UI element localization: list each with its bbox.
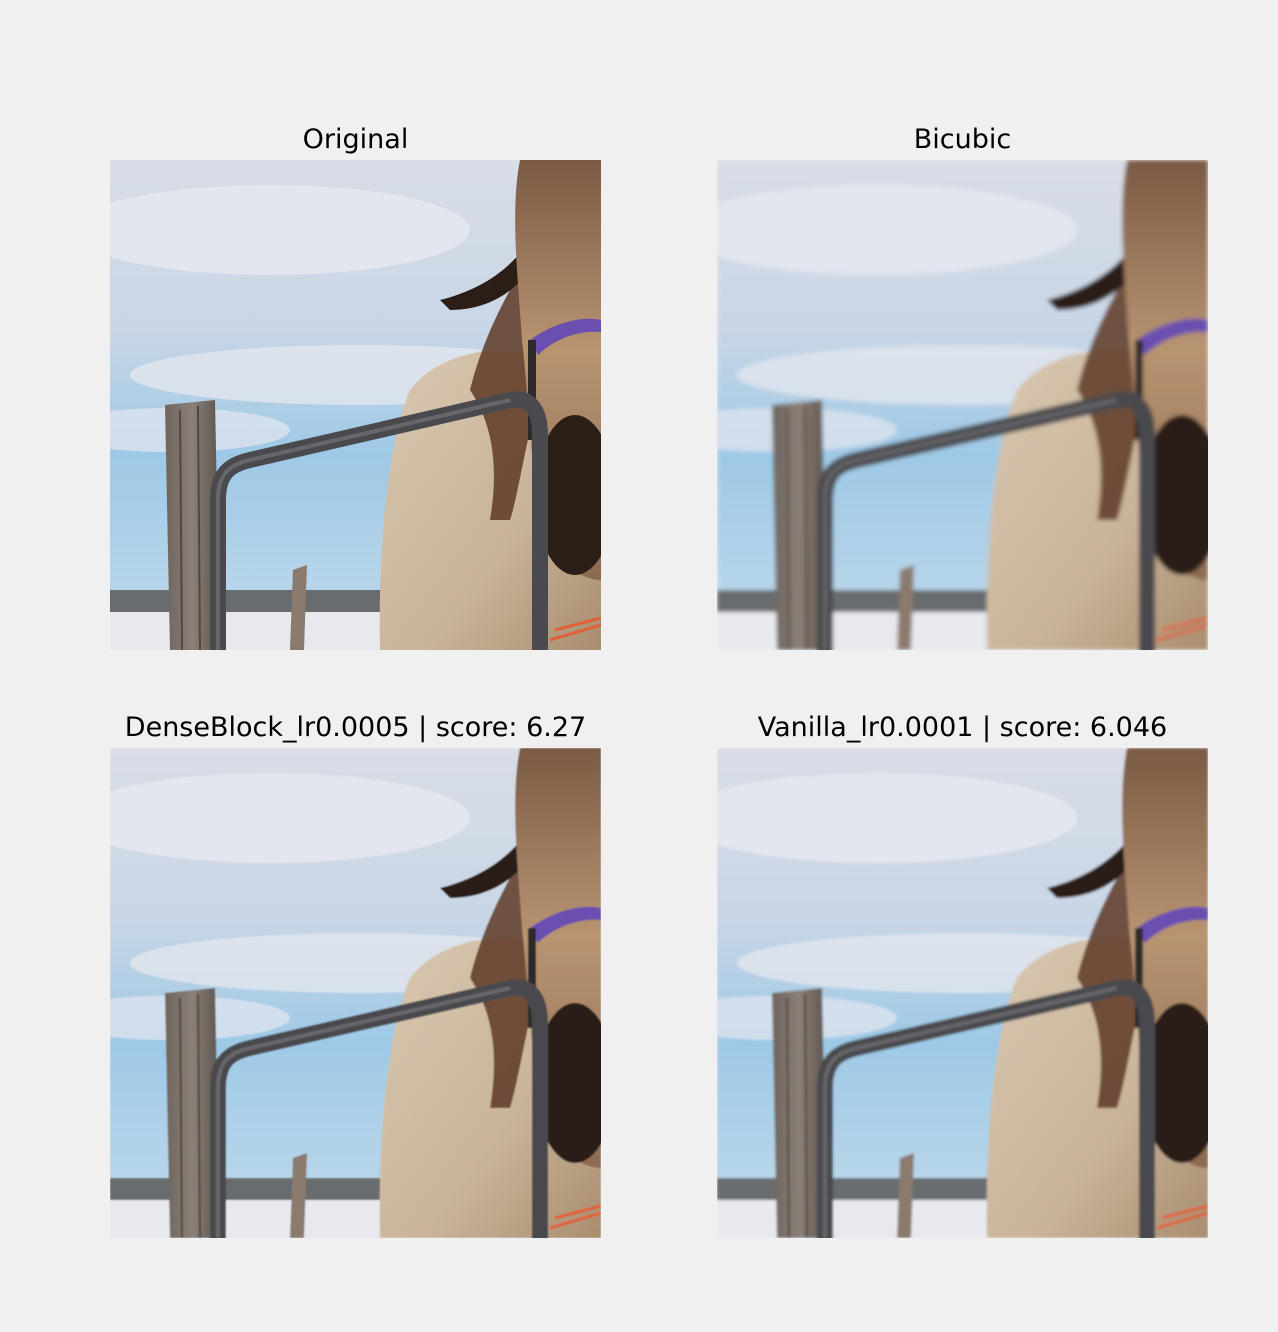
horse-photo-icon xyxy=(717,160,1208,650)
panel-image-original xyxy=(110,160,601,650)
horse-photo-icon xyxy=(110,160,601,650)
panel-title-denseblock: DenseBlock_lr0.0005 | score: 6.27 xyxy=(124,712,587,743)
panel-title-vanilla: Vanilla_lr0.0001 | score: 6.046 xyxy=(757,712,1168,743)
horse-photo-icon xyxy=(110,748,601,1238)
horse-photo-icon xyxy=(717,748,1208,1238)
panel-image-vanilla xyxy=(717,748,1208,1238)
panel-title-original: Original xyxy=(302,124,409,155)
panel-image-bicubic xyxy=(717,160,1208,650)
panel-image-denseblock xyxy=(110,748,601,1238)
panel-title-bicubic: Bicubic xyxy=(913,124,1012,155)
